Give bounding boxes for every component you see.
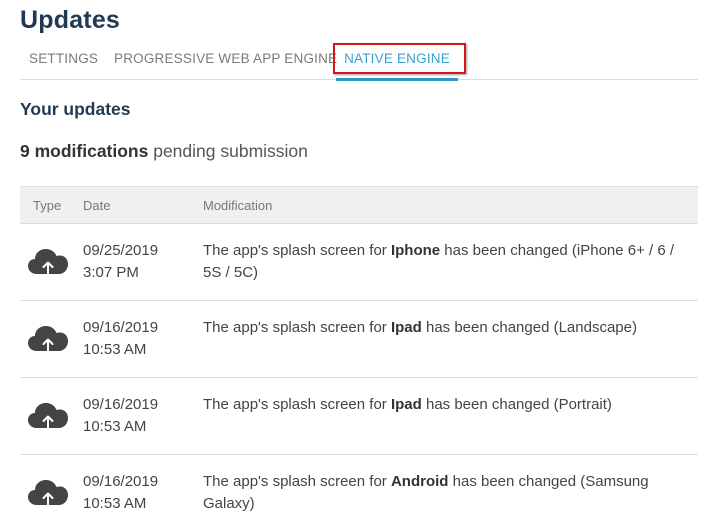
row-date-time: 10:53 AM bbox=[83, 418, 147, 435]
row-modification-device: Ipad bbox=[390, 319, 422, 336]
row-modification-prefix: The app's splash screen for bbox=[203, 319, 391, 336]
table-row: 09/16/2019 10:53 AM The app's splash scree… bbox=[20, 455, 698, 530]
table-row: 09/16/2019 10:53 AM The app's splash scree… bbox=[20, 378, 698, 455]
row-date: 09/16/2019 10:53 AM bbox=[83, 317, 193, 361]
row-date: 09/16/2019 10:53 AM bbox=[83, 471, 193, 515]
row-modification: The app's splash screen for Ipad has bee… bbox=[203, 394, 693, 416]
row-date-day: 09/25/2019 bbox=[83, 242, 159, 259]
row-date-time: 3:07 PM bbox=[83, 264, 139, 281]
pending-summary: 9 modifications pending submission bbox=[20, 141, 308, 162]
row-date-time: 10:53 AM bbox=[83, 495, 147, 512]
section-title: Your updates bbox=[20, 99, 131, 119]
cloud-upload-icon bbox=[27, 323, 69, 355]
updates-table: Type Date Modification 09/25/2019 3:07 PM… bbox=[20, 186, 698, 530]
row-modification-device: Iphone bbox=[390, 242, 441, 259]
row-modification-prefix: The app's splash screen for bbox=[203, 242, 391, 259]
cloud-upload-icon bbox=[27, 246, 69, 278]
row-date-day: 09/16/2019 bbox=[83, 473, 159, 490]
table-row: 09/25/2019 3:07 PM The app's splash screen… bbox=[20, 224, 698, 301]
row-modification-device: Android bbox=[390, 473, 449, 490]
column-header-type: Type bbox=[33, 198, 62, 213]
row-date-day: 09/16/2019 bbox=[83, 319, 159, 336]
row-modification-device: Ipad bbox=[390, 396, 422, 413]
tab-native-engine[interactable]: NATIVE ENGINE bbox=[336, 44, 458, 81]
row-modification-prefix: The app's splash screen for bbox=[203, 396, 391, 413]
pending-count: 9 modifications bbox=[20, 141, 149, 161]
cloud-upload-icon bbox=[27, 477, 69, 509]
row-modification: The app's splash screen for Ipad has bee… bbox=[203, 317, 693, 339]
row-date: 09/25/2019 3:07 PM bbox=[83, 240, 193, 284]
pending-suffix: pending submission bbox=[148, 141, 308, 161]
row-modification: The app's splash screen for Android has … bbox=[203, 471, 693, 515]
column-header-modification: Modification bbox=[203, 198, 273, 213]
row-modification: The app's splash screen for Iphone has b… bbox=[203, 240, 693, 284]
row-modification-suffix: has been changed (Portrait) bbox=[421, 396, 612, 413]
table-row: 09/16/2019 10:53 AM The app's splash scree… bbox=[20, 301, 698, 378]
updates-page: Updates SETTINGS PROGRESSIVE WEB APP ENG… bbox=[0, 0, 708, 530]
tab-bar: SETTINGS PROGRESSIVE WEB APP ENGINE NATI… bbox=[20, 44, 698, 81]
row-modification-prefix: The app's splash screen for bbox=[203, 473, 391, 490]
column-header-date: Date bbox=[83, 198, 111, 213]
page-title: Updates bbox=[20, 6, 121, 34]
row-modification-suffix: has been changed (Landscape) bbox=[421, 319, 637, 336]
cloud-upload-icon bbox=[27, 400, 69, 432]
table-header: Type Date Modification bbox=[20, 186, 698, 224]
tab-settings[interactable]: SETTINGS bbox=[29, 44, 98, 79]
row-date: 09/16/2019 10:53 AM bbox=[83, 394, 193, 438]
row-date-day: 09/16/2019 bbox=[83, 396, 159, 413]
row-date-time: 10:53 AM bbox=[83, 341, 147, 358]
tab-progressive-web-app-engine[interactable]: PROGRESSIVE WEB APP ENGINE bbox=[114, 44, 337, 79]
